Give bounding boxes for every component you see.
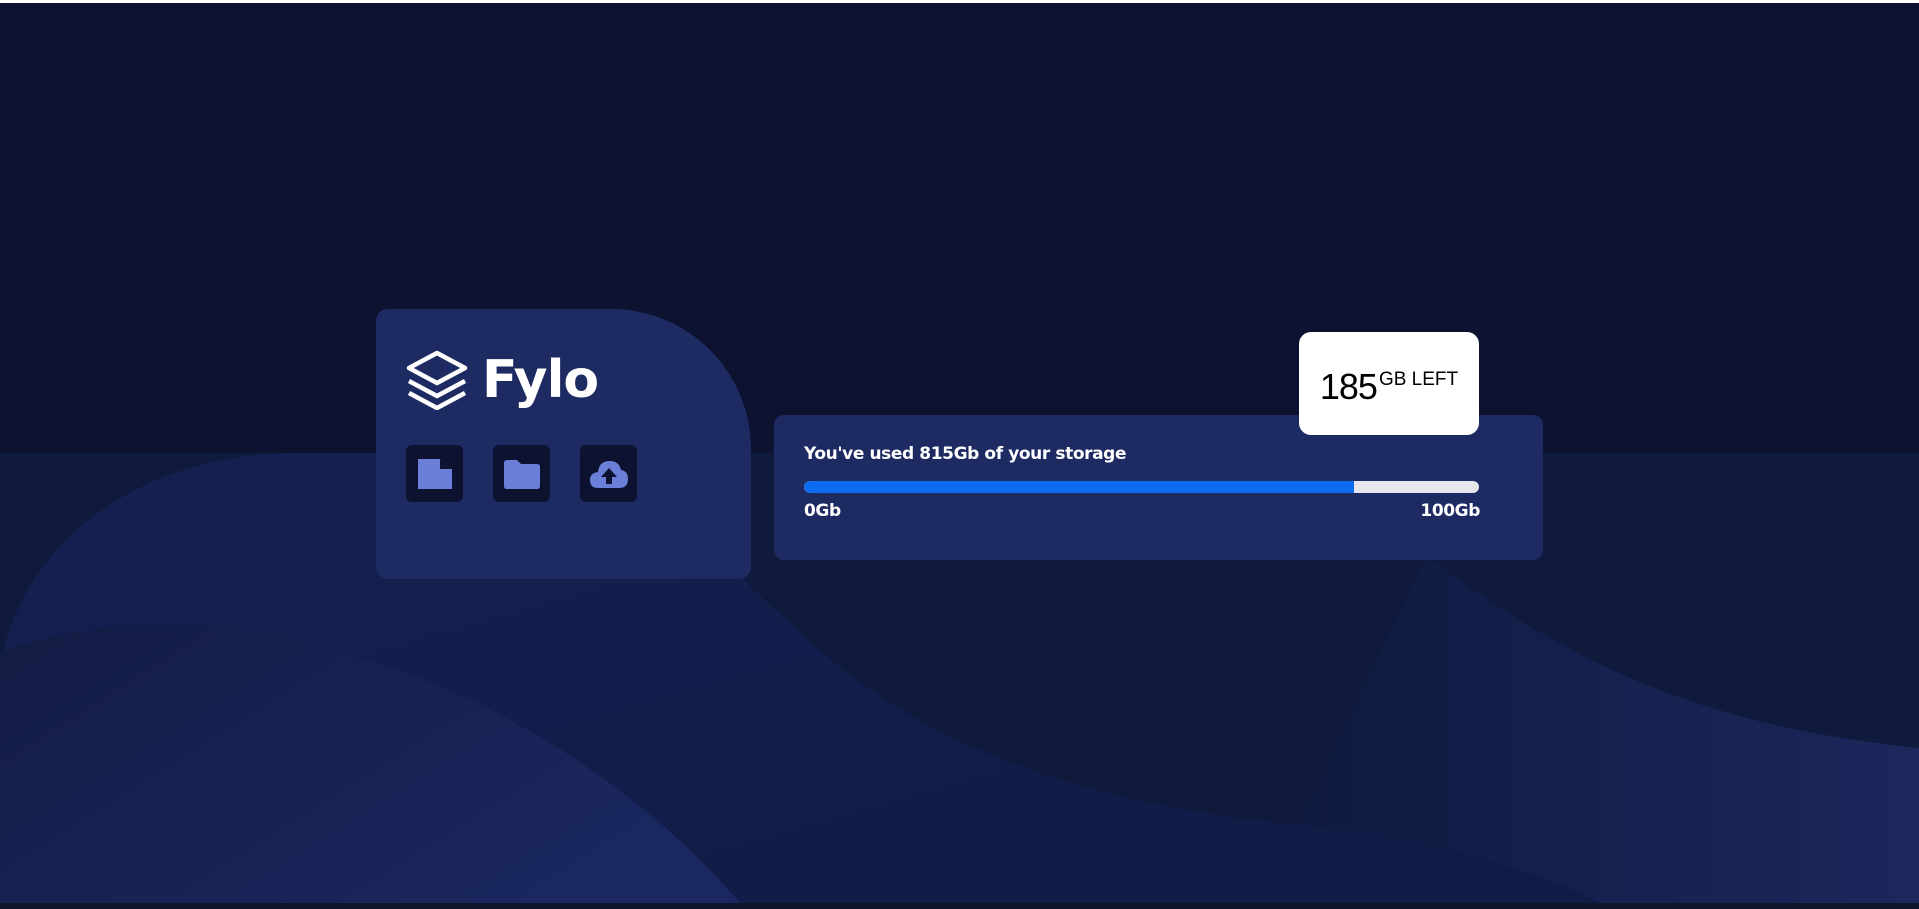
- layers-icon: [406, 350, 468, 410]
- storage-progress-fill: [804, 481, 1355, 493]
- storage-progress-bar: [804, 481, 1479, 493]
- remaining-unit: GB LEFT: [1378, 369, 1459, 390]
- document-button[interactable]: [406, 445, 463, 502]
- storage-max-label: 100Gb: [1420, 501, 1480, 521]
- brand-card: Fylo: [376, 309, 751, 579]
- storage-usage-text: You've used 815Gb of your storage: [804, 444, 1127, 464]
- cloud-upload-icon: [589, 460, 628, 488]
- brand-logo: Fylo: [406, 349, 599, 411]
- page-background: Fylo You've used 815Gb of your storage 0…: [0, 3, 1919, 903]
- bottom-edge: [0, 903, 1919, 909]
- brand-name: Fylo: [482, 350, 599, 410]
- upload-button[interactable]: [580, 445, 637, 502]
- folder-icon: [503, 459, 540, 489]
- action-toolbar: [406, 445, 637, 502]
- storage-remaining-badge: 185 GB LEFT: [1299, 332, 1479, 435]
- storage-min-label: 0Gb: [804, 501, 841, 521]
- remaining-value: 185: [1319, 365, 1378, 407]
- storage-card: You've used 815Gb of your storage 0Gb 10…: [774, 415, 1543, 560]
- document-icon: [417, 458, 452, 489]
- folder-button[interactable]: [493, 445, 550, 502]
